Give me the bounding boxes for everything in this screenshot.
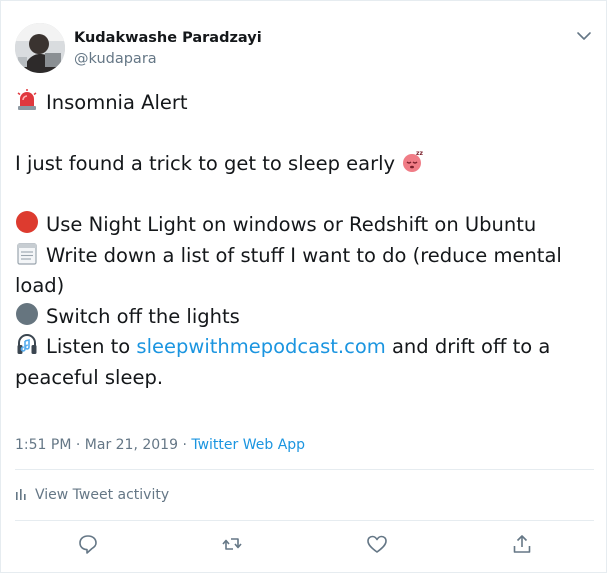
view-activity-label: View Tweet activity [35, 487, 170, 503]
list-item-text: Write down a list of stuff I want to do … [15, 243, 562, 298]
reply-icon[interactable] [77, 533, 99, 555]
meta-separator: · [182, 437, 187, 453]
author-handle[interactable]: @kudapara [74, 51, 157, 67]
view-activity-button[interactable]: View Tweet activity [15, 487, 169, 503]
tweet-line-intro: I just found a trick to get to sleep ear… [15, 149, 600, 180]
tweet-line-title: Insomnia Alert [15, 88, 600, 119]
tweet-title-text: Insomnia Alert [46, 91, 188, 114]
chevron-down-icon[interactable] [575, 29, 593, 43]
author-display-name[interactable]: Kudakwashe Paradzayi [74, 30, 262, 46]
red-circle-icon [16, 211, 38, 233]
list-item: Write down a list of stuff I want to do … [15, 241, 600, 302]
notepad-icon [17, 242, 37, 265]
divider [15, 520, 594, 521]
podcast-link[interactable]: sleepwithmepodcast.com [136, 335, 385, 358]
retweet-icon[interactable] [221, 533, 243, 555]
tweet-source[interactable]: Twitter Web App [191, 437, 305, 453]
list-item: Listen to sleepwithmepodcast.com and dri… [15, 332, 600, 393]
share-icon[interactable] [511, 533, 533, 555]
sleeping-face-icon: zz [403, 150, 424, 172]
bar-chart-icon [16, 489, 26, 500]
headphones-icon [17, 334, 37, 354]
police-light-icon [17, 89, 37, 110]
tweet-card: Kudakwashe Paradzayi @kudapara Insomnia … [0, 0, 607, 573]
avatar[interactable] [15, 23, 65, 73]
list-item-text-before: Listen to [46, 335, 131, 358]
black-circle-icon [16, 302, 38, 325]
tweet-meta: 1:51 PM · Mar 21, 2019 · Twitter Web App [15, 437, 305, 453]
list-item-text: Switch off the lights [46, 304, 240, 328]
tweet-intro-text: I just found a trick to get to sleep ear… [15, 152, 396, 175]
list-item: Switch off the lights [15, 302, 600, 333]
tweet-text: Insomnia Alert I just found a trick to g… [15, 88, 600, 393]
tweet-time[interactable]: 1:51 PM [15, 437, 71, 453]
divider [15, 469, 594, 470]
list-item: Use Night Light on windows or Redshift o… [15, 210, 600, 241]
tweet-date[interactable]: Mar 21, 2019 [85, 437, 178, 453]
meta-separator: · [75, 437, 81, 453]
list-item-text: Use Night Light on windows or Redshift o… [46, 213, 537, 236]
like-icon[interactable] [366, 533, 388, 555]
svg-text:zz: zz [416, 150, 423, 157]
